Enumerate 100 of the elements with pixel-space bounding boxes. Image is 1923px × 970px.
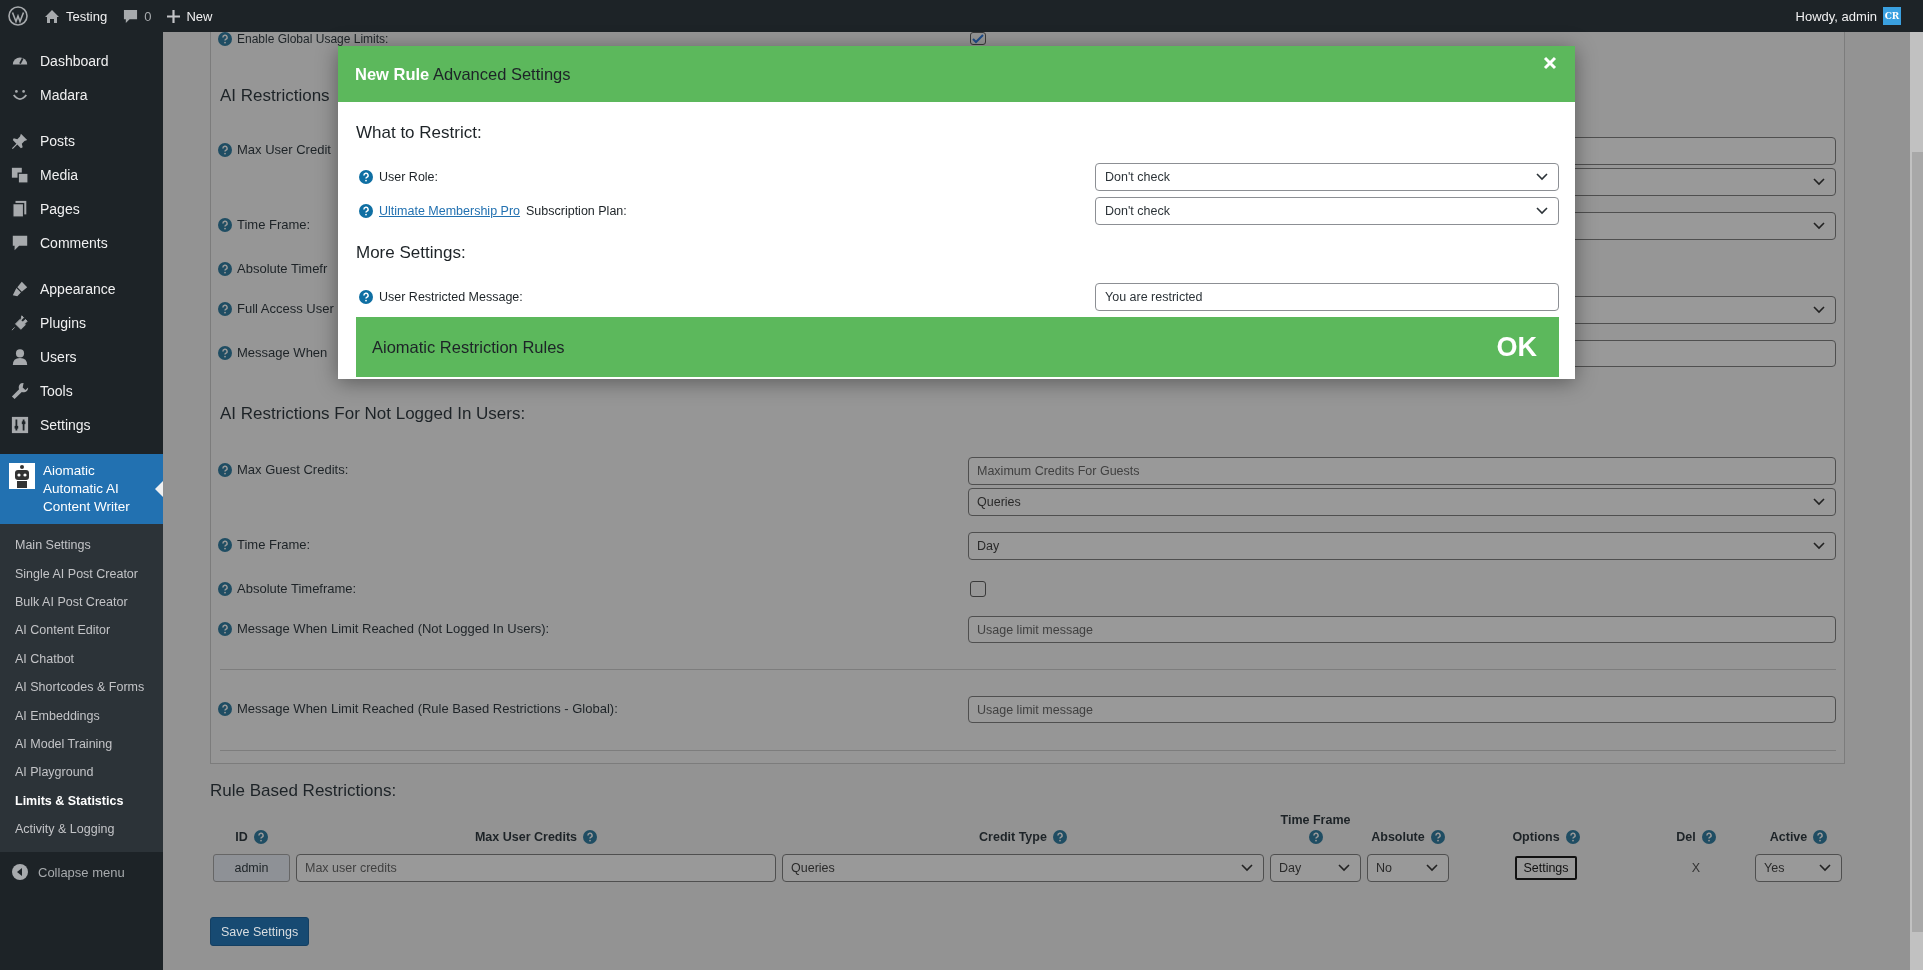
plug-icon <box>11 314 29 332</box>
text-field[interactable]: You are restricted <box>1095 283 1559 311</box>
text-field[interactable]: Max user credits <box>296 854 776 882</box>
close-icon[interactable] <box>1543 56 1557 70</box>
save-settings-button[interactable]: Save Settings <box>210 917 310 946</box>
field-label: Message When <box>237 345 328 360</box>
field-label: Max Guest Credits: <box>237 462 349 477</box>
site-name-link[interactable]: Testing <box>66 8 108 24</box>
menu-item[interactable]: Tools <box>0 374 163 408</box>
home-icon <box>44 8 60 24</box>
select-dropdown[interactable]: Day <box>968 532 1836 560</box>
media-icon <box>11 166 29 184</box>
help-icon[interactable] <box>218 621 232 636</box>
help-icon[interactable] <box>218 217 232 232</box>
help-icon[interactable] <box>218 301 232 316</box>
settings-button[interactable]: Settings <box>1515 856 1577 880</box>
select-dropdown[interactable]: Yes <box>1755 854 1842 882</box>
checkmark-icon <box>972 33 984 44</box>
help-icon[interactable] <box>359 170 373 184</box>
help-icon[interactable] <box>218 462 232 477</box>
sliders-icon <box>11 416 29 434</box>
menu-item[interactable]: Users <box>0 340 163 374</box>
textarea-field[interactable]: Usage limit message <box>968 696 1836 723</box>
menu-item[interactable]: Comments <box>0 226 163 260</box>
chevron-down-icon <box>1426 864 1438 872</box>
menu-item[interactable]: Media <box>0 158 163 192</box>
column-header: Options <box>1512 830 1560 844</box>
help-icon[interactable] <box>218 142 232 157</box>
scrollbar[interactable] <box>1910 32 1923 970</box>
submenu-item[interactable]: Main Settings <box>0 531 163 560</box>
help-icon[interactable] <box>1052 830 1067 844</box>
collapse-menu-button[interactable]: Collapse menu <box>0 852 163 881</box>
delete-link[interactable]: X <box>1691 861 1701 875</box>
select-dropdown[interactable]: Day <box>1270 854 1361 882</box>
help-icon[interactable] <box>1308 830 1323 844</box>
menu-item[interactable]: Settings <box>0 408 163 442</box>
menu-item[interactable]: Posts <box>0 124 163 158</box>
chevron-down-icon <box>1819 864 1831 872</box>
submenu-item[interactable]: Activity & Logging <box>0 814 163 844</box>
plus-icon <box>167 9 181 23</box>
help-icon[interactable] <box>218 261 232 276</box>
submenu-item[interactable]: Limits & Statistics <box>0 786 163 815</box>
menu-item[interactable]: Madara <box>0 78 163 112</box>
submenu-item[interactable]: AI Content Editor <box>0 616 163 645</box>
submenu-item[interactable]: Bulk AI Post Creator <box>0 587 163 617</box>
submenu-item[interactable]: AI Chatbot <box>0 644 163 673</box>
select-dropdown[interactable]: Don't check <box>1095 163 1559 191</box>
section-heading: AI Restrictions <box>219 86 331 106</box>
comment-count[interactable]: 0 <box>144 8 152 24</box>
submenu-item[interactable]: AI Model Training <box>0 729 163 759</box>
submenu-item[interactable]: AI Embeddings <box>0 701 163 730</box>
plugin-link[interactable]: Ultimate Membership Pro <box>379 204 520 218</box>
field-label: Absolute Timeframe: <box>237 581 357 596</box>
field-label: Message When Limit Reached (Not Logged In Users): <box>237 621 550 636</box>
help-icon[interactable] <box>218 701 232 716</box>
submenu-item[interactable]: AI Shortcodes & Forms <box>0 672 163 702</box>
help-icon[interactable] <box>218 537 232 552</box>
menu-item[interactable]: Dashboard <box>0 44 163 78</box>
help-icon[interactable] <box>218 345 232 360</box>
column-header: Max User Credits <box>474 830 578 844</box>
help-icon[interactable] <box>218 32 232 46</box>
checkbox[interactable] <box>970 32 986 45</box>
id-button[interactable]: admin <box>213 854 290 882</box>
menu-item[interactable]: Plugins <box>0 306 163 340</box>
new-link[interactable]: New <box>186 8 213 24</box>
help-icon[interactable] <box>218 581 232 596</box>
checkbox[interactable] <box>970 581 986 597</box>
chevron-down-icon <box>1813 178 1825 186</box>
submenu-item[interactable]: Single AI Post Creator <box>0 559 163 588</box>
chevron-down-icon <box>1813 498 1825 506</box>
chevron-down-icon <box>1536 173 1548 181</box>
select-dropdown[interactable]: Queries <box>968 488 1836 516</box>
collapse-icon <box>12 864 28 881</box>
greeting-link[interactable]: Howdy, admin <box>1795 8 1877 24</box>
help-icon[interactable] <box>1430 830 1445 844</box>
section-heading: More Settings: <box>356 243 467 263</box>
section-heading: Rule Based Restrictions: <box>210 781 398 801</box>
textarea-field[interactable]: Usage limit message <box>968 616 1836 643</box>
wordpress-logo-icon[interactable] <box>8 6 28 26</box>
section-heading: AI Restrictions For Not Logged In Users: <box>219 404 527 424</box>
select-dropdown[interactable]: Don't check <box>1095 197 1559 225</box>
menu-item[interactable]: Appearance <box>0 272 163 306</box>
pushpin-icon <box>11 132 29 150</box>
help-icon[interactable] <box>583 830 598 844</box>
help-icon[interactable] <box>1701 830 1716 844</box>
current-menu-item[interactable]: Aiomatic Automatic AI Content Writer <box>0 454 163 524</box>
help-icon[interactable] <box>253 830 268 844</box>
select-dropdown[interactable]: No <box>1367 854 1449 882</box>
help-icon[interactable] <box>1565 830 1580 844</box>
section-heading: What to Restrict: <box>356 123 483 143</box>
select-dropdown[interactable]: Queries <box>782 854 1264 882</box>
column-header: Del <box>1676 830 1696 844</box>
help-icon[interactable] <box>359 204 373 218</box>
chevron-down-icon <box>1536 207 1548 215</box>
submenu-item[interactable]: AI Playground <box>0 758 163 787</box>
user-icon <box>11 348 29 366</box>
help-icon[interactable] <box>359 290 373 304</box>
help-icon[interactable] <box>1813 830 1828 844</box>
text-field[interactable]: Maximum Credits For Guests <box>968 457 1836 485</box>
menu-item[interactable]: Pages <box>0 192 163 226</box>
